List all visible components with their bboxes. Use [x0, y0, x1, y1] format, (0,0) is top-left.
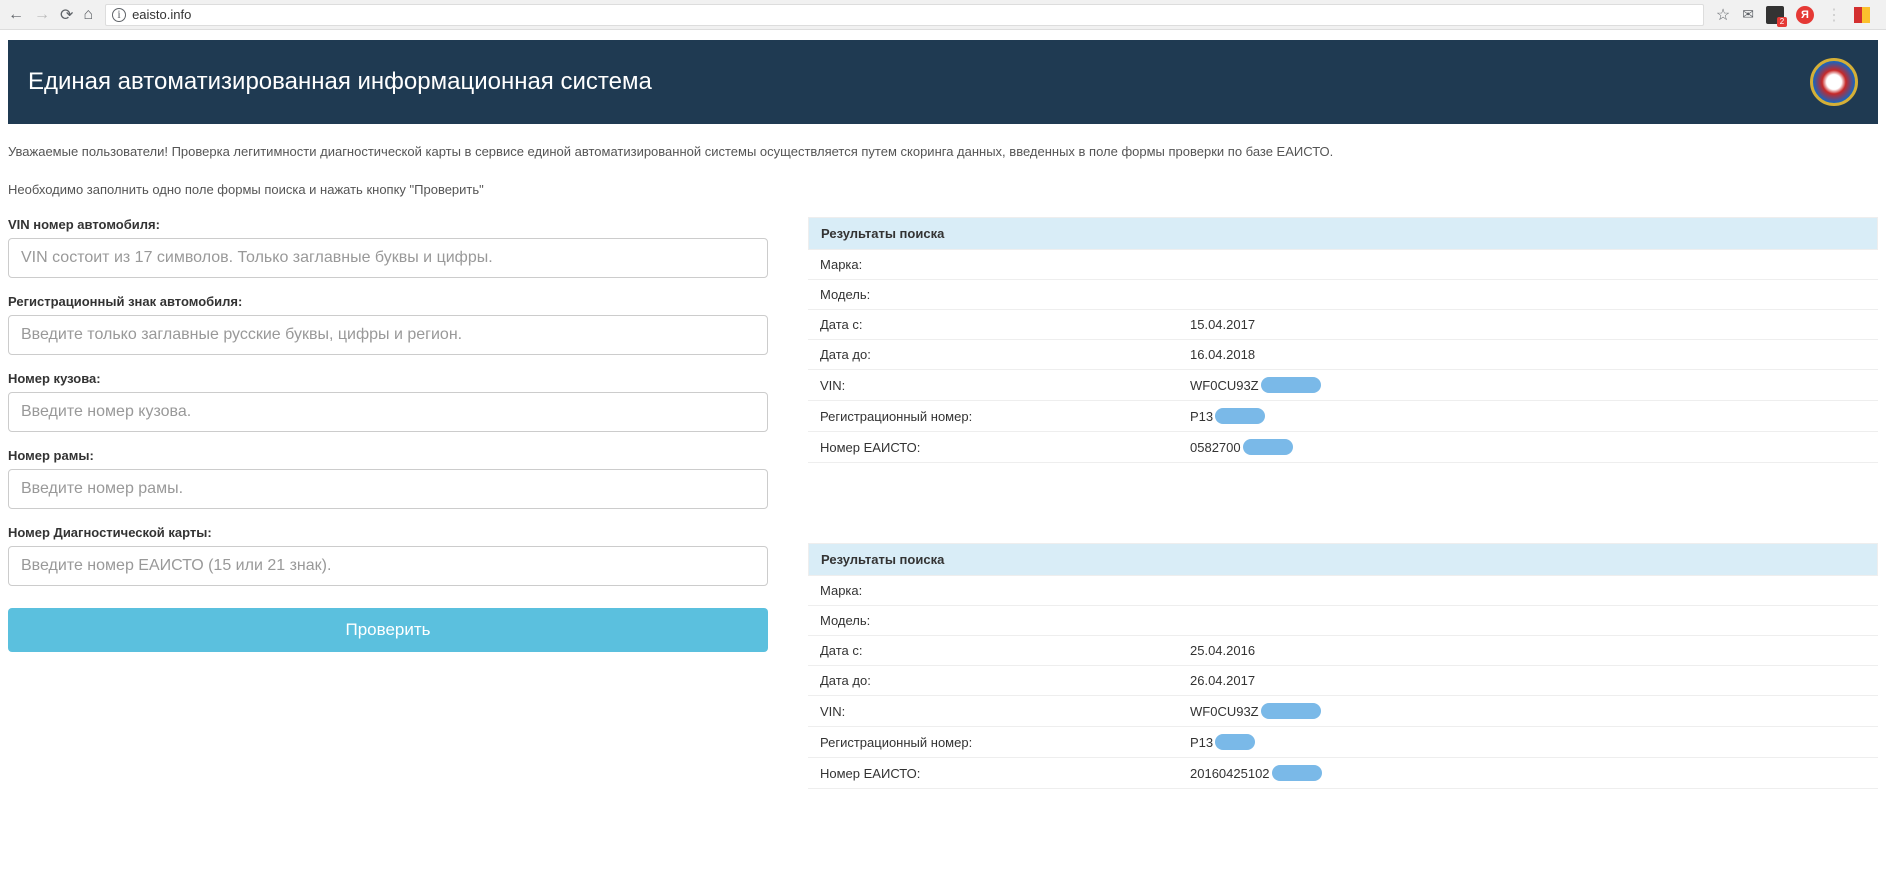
table-row: Номер ЕАИСТО: 0582700: [808, 432, 1878, 463]
table-row: Модель:: [808, 606, 1878, 636]
field-body: Номер кузова:: [8, 371, 768, 432]
table-row: Регистрационный номер: Р13: [808, 401, 1878, 432]
row-label-reg: Регистрационный номер:: [820, 409, 1190, 424]
browser-extensions: ☆ ✉ Я ⋮: [1716, 5, 1878, 25]
label-regplate: Регистрационный знак автомобиля:: [8, 294, 768, 309]
page-header: Единая автоматизированная информационная…: [8, 40, 1878, 124]
content-columns: VIN номер автомобиля: Регистрационный зн…: [8, 217, 1878, 869]
row-value-eaisto: 20160425102: [1190, 765, 1866, 781]
label-body: Номер кузова:: [8, 371, 768, 386]
label-vin: VIN номер автомобиля:: [8, 217, 768, 232]
forward-icon[interactable]: →: [34, 6, 50, 24]
url-bar[interactable]: i eaisto.info: [105, 4, 1704, 26]
eaisto-prefix: 0582700: [1190, 440, 1241, 455]
row-label-datefrom: Дата с:: [820, 643, 1190, 658]
yandex-icon[interactable]: Я: [1796, 6, 1814, 24]
row-value-eaisto: 0582700: [1190, 439, 1866, 455]
bookmark-star-icon[interactable]: ☆: [1716, 5, 1730, 25]
intro-line-2: Необходимо заполнить одно поле формы пои…: [8, 180, 1878, 200]
reg-prefix: Р13: [1190, 735, 1213, 750]
redaction-mask: [1261, 377, 1321, 393]
input-diagcard[interactable]: [8, 546, 768, 586]
extension-icon[interactable]: [1766, 6, 1784, 24]
eaisto-prefix: 20160425102: [1190, 766, 1270, 781]
redaction-mask: [1215, 408, 1265, 424]
redaction-mask: [1243, 439, 1293, 455]
table-row: Регистрационный номер: Р13: [808, 727, 1878, 758]
home-icon[interactable]: ⌂: [83, 6, 93, 24]
row-label-dateto: Дата до:: [820, 347, 1190, 362]
results-header-2: Результаты поиска: [808, 543, 1878, 576]
results-column: Результаты поиска Марка: Модель: Дата с:…: [808, 217, 1878, 869]
row-label-eaisto: Номер ЕАИСТО:: [820, 440, 1190, 455]
label-diagcard: Номер Диагностической карты:: [8, 525, 768, 540]
table-row: Дата с: 25.04.2016: [808, 636, 1878, 666]
table-row: Марка:: [808, 250, 1878, 280]
results-block-1: Результаты поиска Марка: Модель: Дата с:…: [808, 217, 1878, 463]
field-vin: VIN номер автомобиля:: [8, 217, 768, 278]
redaction-mask: [1261, 703, 1321, 719]
redaction-mask: [1272, 765, 1322, 781]
results-header-1: Результаты поиска: [808, 217, 1878, 250]
reload-icon[interactable]: ⟳: [60, 5, 73, 25]
mail-icon[interactable]: ✉: [1742, 6, 1754, 23]
browser-toolbar: ← → ⟳ ⌂ i eaisto.info ☆ ✉ Я ⋮: [0, 0, 1886, 30]
table-row: Марка:: [808, 576, 1878, 606]
input-frame[interactable]: [8, 469, 768, 509]
page-container: Единая автоматизированная информационная…: [0, 40, 1886, 869]
search-form: VIN номер автомобиля: Регистрационный зн…: [8, 217, 768, 869]
table-row: Дата с: 15.04.2017: [808, 310, 1878, 340]
intro-line-1: Уважаемые пользователи! Проверка легитим…: [8, 142, 1878, 162]
row-label-brand: Марка:: [820, 257, 1190, 272]
table-row: Номер ЕАИСТО: 20160425102: [808, 758, 1878, 789]
row-label-model: Модель:: [820, 613, 1190, 628]
vin-prefix: WF0CU93Z: [1190, 704, 1259, 719]
table-row: Модель:: [808, 280, 1878, 310]
submit-button[interactable]: Проверить: [8, 608, 768, 652]
row-label-vin: VIN:: [820, 378, 1190, 393]
row-value-datefrom: 25.04.2016: [1190, 643, 1866, 658]
row-label-reg: Регистрационный номер:: [820, 735, 1190, 750]
menu-icon[interactable]: ⋮: [1826, 5, 1842, 25]
row-label-vin: VIN:: [820, 704, 1190, 719]
row-value-datefrom: 15.04.2017: [1190, 317, 1866, 332]
nav-controls: ← → ⟳ ⌂: [8, 5, 93, 25]
redaction-mask: [1215, 734, 1255, 750]
table-row: VIN: WF0CU93Z: [808, 696, 1878, 727]
table-row: Дата до: 26.04.2017: [808, 666, 1878, 696]
input-body[interactable]: [8, 392, 768, 432]
flag-icon[interactable]: [1854, 7, 1870, 23]
table-row: VIN: WF0CU93Z: [808, 370, 1878, 401]
row-label-dateto: Дата до:: [820, 673, 1190, 688]
row-value-reg: Р13: [1190, 734, 1866, 750]
input-vin[interactable]: [8, 238, 768, 278]
field-diagcard: Номер Диагностической карты:: [8, 525, 768, 586]
table-row: Дата до: 16.04.2018: [808, 340, 1878, 370]
input-regplate[interactable]: [8, 315, 768, 355]
site-info-icon[interactable]: i: [112, 8, 126, 22]
row-value-dateto: 16.04.2018: [1190, 347, 1866, 362]
gibdd-logo: [1810, 58, 1858, 106]
row-value-reg: Р13: [1190, 408, 1866, 424]
url-text: eaisto.info: [132, 7, 191, 22]
reg-prefix: Р13: [1190, 409, 1213, 424]
row-label-model: Модель:: [820, 287, 1190, 302]
row-label-brand: Марка:: [820, 583, 1190, 598]
back-icon[interactable]: ←: [8, 6, 24, 24]
row-value-vin: WF0CU93Z: [1190, 377, 1866, 393]
field-frame: Номер рамы:: [8, 448, 768, 509]
page-title: Единая автоматизированная информационная…: [28, 68, 652, 96]
row-value-dateto: 26.04.2017: [1190, 673, 1866, 688]
vin-prefix: WF0CU93Z: [1190, 378, 1259, 393]
row-label-eaisto: Номер ЕАИСТО:: [820, 766, 1190, 781]
row-value-vin: WF0CU93Z: [1190, 703, 1866, 719]
field-regplate: Регистрационный знак автомобиля:: [8, 294, 768, 355]
row-label-datefrom: Дата с:: [820, 317, 1190, 332]
label-frame: Номер рамы:: [8, 448, 768, 463]
results-block-2: Результаты поиска Марка: Модель: Дата с:…: [808, 543, 1878, 789]
